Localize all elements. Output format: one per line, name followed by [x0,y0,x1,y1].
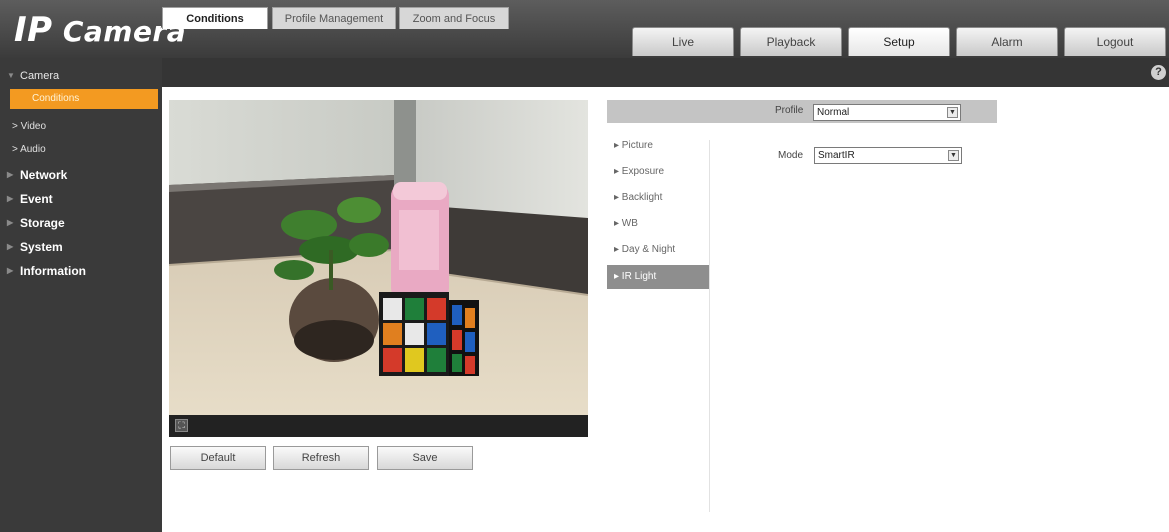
sidebar: ▼ Camera Conditions > Video > Audio ▶ Netw… [0,58,162,532]
nav-tab-setup[interactable]: Setup [848,27,950,56]
sidebar-item-audio[interactable]: > Audio [0,140,162,160]
chevron-down-icon: ▼ [947,107,958,118]
expand-arrow-icon: ▶ [7,242,14,251]
sidebar-item-system[interactable]: ▶ System [0,236,162,258]
chevron-down-icon: ▼ [948,150,959,161]
profile-label: Profile [775,105,804,116]
tab-conditions[interactable]: Conditions [162,7,268,29]
sidebar-item-event[interactable]: ▶ Event [0,188,162,210]
default-button[interactable]: Default [170,446,266,470]
video-toolbar: ⛶ [169,415,588,437]
sidebar-item-network[interactable]: ▶ Network [0,164,162,186]
profile-select-value: Normal [817,107,850,118]
sidebar-item-video[interactable]: > Video [0,117,162,137]
expand-arrow-icon: ▶ [7,218,14,227]
tab-profile-management[interactable]: Profile Management [272,7,396,29]
menu-item-ir-light[interactable]: ▸ IR Light [607,265,709,289]
sidebar-item-information[interactable]: ▶ Information [0,260,162,282]
video-preview[interactable] [169,100,588,415]
help-icon[interactable]: ? [1151,65,1166,80]
sidebar-item-storage[interactable]: ▶ Storage [0,212,162,234]
profile-select[interactable]: Normal ▼ [813,104,961,121]
menu-item-day-night[interactable]: ▸ Day & Night [607,238,709,262]
menu-item-backlight[interactable]: ▸ Backlight [607,186,709,210]
tab-zoom-and-focus[interactable]: Zoom and Focus [399,7,509,29]
app-logo: IP Camera [14,10,187,50]
expand-arrow-icon: ▶ [7,266,14,275]
fullscreen-icon[interactable]: ⛶ [175,419,188,432]
nav-tab-alarm[interactable]: Alarm [956,27,1058,56]
save-button[interactable]: Save [377,446,473,470]
menu-item-exposure[interactable]: ▸ Exposure [607,160,709,184]
nav-tab-playback[interactable]: Playback [740,27,842,56]
sidebar-item-conditions[interactable]: Conditions [10,89,158,109]
menu-item-wb[interactable]: ▸ WB [607,212,709,236]
refresh-button[interactable]: Refresh [273,446,369,470]
sidebar-item-camera[interactable]: ▼ Camera [0,65,162,87]
divider [709,140,710,512]
nav-tab-logout[interactable]: Logout [1064,27,1166,56]
mode-label: Mode [778,150,804,161]
camera-scene-image [169,100,588,415]
collapse-arrow-icon: ▼ [7,71,15,80]
nav-tab-live[interactable]: Live [632,27,734,56]
mode-select-value: SmartIR [818,150,855,161]
mode-select[interactable]: SmartIR ▼ [814,147,962,164]
menu-item-picture[interactable]: ▸ Picture [607,134,709,158]
subtab-bar [162,58,1169,87]
expand-arrow-icon: ▶ [7,170,14,179]
expand-arrow-icon: ▶ [7,194,14,203]
